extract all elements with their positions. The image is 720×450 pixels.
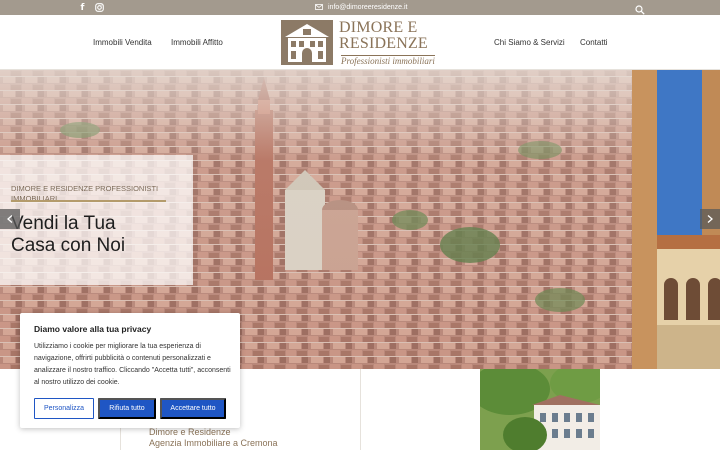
hero-title-line1: Vendi la Tua	[11, 213, 116, 234]
nav-immobili-affitto[interactable]: Immobili Affitto	[171, 38, 223, 47]
intro-subtitle-line2: Agenzia Immobiliare a Cremona	[149, 438, 278, 448]
facebook-icon[interactable]: f	[77, 2, 88, 13]
cookie-reject-button[interactable]: Rifiuta tutto	[98, 398, 156, 419]
site-logo[interactable]: DIMORE E RESIDENZE Professionisti immobi…	[281, 20, 437, 66]
site-header: Immobili Vendita Immobili Affitto DIMORE…	[0, 15, 720, 70]
slider-next-button[interactable]	[700, 209, 720, 229]
cookie-text: Utilizziamo i cookie per migliorare la t…	[34, 343, 231, 386]
instagram-icon[interactable]	[94, 2, 105, 13]
nav-immobili-vendita[interactable]: Immobili Vendita	[93, 38, 152, 47]
email-link[interactable]: info@dimoreeresidenze.it	[328, 4, 407, 11]
logo-name: DIMORE E RESIDENZE	[339, 20, 428, 52]
top-bar: f info@dimoreeresidenze.it	[0, 0, 720, 15]
cookie-accept-button[interactable]: Accettare tutto	[160, 398, 226, 419]
slider-prev-button[interactable]	[0, 209, 20, 229]
chevron-right-icon	[707, 215, 713, 223]
logo-mark-icon	[281, 20, 333, 65]
logo-tagline: Professionisti immobiliari	[341, 55, 435, 66]
cookie-title: Diamo valore alla tua privacy	[34, 324, 152, 334]
hero-caption: DIMORE E RESIDENZE PROFESSIONISTI IMMOBI…	[0, 155, 193, 285]
mail-icon	[315, 3, 323, 12]
hero-accent-line	[11, 200, 166, 202]
building-photo	[480, 369, 600, 450]
cookie-customize-button[interactable]: Personalizza	[34, 398, 94, 419]
nav-chi-siamo[interactable]: Chi Siamo & Servizi	[494, 38, 565, 47]
hero-title: Vendi la Tua Casa con Noi	[11, 213, 181, 257]
intro-subtitle-line1: Dimore e Residenze	[149, 427, 231, 437]
cookie-consent-banner: Diamo valore alla tua privacy Utilizziam…	[20, 313, 240, 428]
nav-contatti[interactable]: Contatti	[580, 38, 608, 47]
hero-title-line2: Casa con Noi	[11, 235, 126, 256]
logo-name-line1: DIMORE E	[339, 19, 418, 36]
page: f info@dimoreeresidenze.it Immobili Vend…	[0, 0, 720, 450]
search-icon[interactable]	[635, 2, 646, 15]
chevron-left-icon	[7, 215, 13, 223]
topbar-email[interactable]: info@dimoreeresidenze.it	[315, 2, 407, 13]
column-divider	[360, 369, 361, 450]
logo-name-line2: RESIDENZE	[339, 35, 428, 52]
